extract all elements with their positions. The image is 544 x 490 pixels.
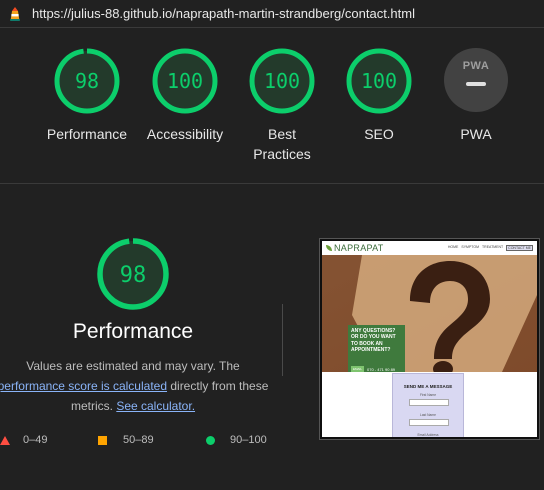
gauge-score: 100 (264, 69, 300, 93)
gauge-score: 100 (167, 69, 203, 93)
gauge-label-accessibility: Accessibility (146, 126, 224, 142)
desc-line: Values are estimated and may vary. The (26, 359, 240, 373)
pwa-badge: PWA (462, 60, 490, 72)
form-title: SEND ME A MESSAGE (403, 384, 453, 389)
cta-text: ANY QUESTIONS? OR DO YOU WANT TO BOOK AN… (351, 328, 396, 354)
legend-label: 0–49 (23, 434, 48, 446)
see-calculator-link[interactable]: See calculator. (116, 399, 195, 413)
gauge-best-practices[interactable]: 100 (248, 47, 316, 115)
gauge-ring: 100 (249, 48, 315, 114)
section-divider (0, 183, 544, 184)
legend-label: 90–100 (230, 434, 267, 446)
score-calculated-link[interactable]: performance score is calculated (0, 379, 167, 393)
form-label: First Name (419, 393, 437, 397)
gauge-score: 100 (361, 69, 397, 93)
vertical-divider (282, 304, 283, 376)
logo-text: NAPRAPAT (334, 243, 384, 253)
performance-description: Values are estimated and may vary. The p… (0, 356, 274, 416)
cta-phone: 070 - 471 90 89 (367, 367, 396, 372)
form-label: Last Name (420, 413, 436, 417)
gauge-label-performance: Performance (46, 126, 128, 142)
gauge-accessibility[interactable]: 100 (151, 47, 219, 115)
final-screenshot[interactable]: NAPRAPAT HOME SYMPTOM TREATMENT CONTACT … (319, 238, 540, 440)
site-nav-items: HOME SYMPTOM TREATMENT CONTACT ME (448, 245, 533, 251)
gauge-label-seo: SEO (364, 126, 394, 142)
hero-image: ANY QUESTIONS? OR DO YOU WANT TO BOOK AN… (322, 255, 537, 372)
desc-text: directly from these (167, 379, 269, 393)
gauge-seo[interactable]: 100 (345, 47, 413, 115)
gauge-score: 98 (75, 69, 99, 93)
desc-line: performance score is calculated directly… (0, 376, 274, 396)
gauge-label-line: Practices (253, 146, 311, 162)
gauge-label-best-practices: Best Practices (232, 124, 332, 164)
nav-item: TREATMENT (482, 245, 504, 249)
square-icon (98, 435, 107, 445)
nav-item: HOME (447, 245, 459, 249)
gauge-ring: 98 (97, 238, 169, 310)
legend-fail: 0–49 (0, 434, 47, 446)
gauge-ring: 100 (346, 48, 412, 114)
gauge-ring: 98 (54, 48, 120, 114)
desc-text: metrics. (70, 399, 117, 413)
gauge-pwa[interactable]: PWA (444, 48, 508, 112)
nav-item: CONTACT ME (506, 245, 533, 251)
gauge-ring: 100 (152, 48, 218, 114)
dash-icon (466, 82, 486, 86)
site-navbar: NAPRAPAT HOME SYMPTOM TREATMENT CONTACT … (322, 241, 537, 255)
gauge-performance[interactable]: 98 (53, 47, 121, 115)
legend-average: 50–89 (98, 434, 154, 446)
form-input (409, 419, 449, 426)
leaf-icon (326, 245, 332, 251)
report-url-bar: https://julius-88.github.io/naprapath-ma… (0, 0, 544, 28)
desc-line: metrics. See calculator. (0, 396, 274, 416)
gauge-label-pwa: PWA (460, 126, 492, 142)
contact-form: SEND ME A MESSAGE First Name Last Name E… (392, 373, 464, 437)
gauge-label-line: Best (267, 126, 296, 142)
legend-pass: 90–100 (206, 434, 267, 446)
lighthouse-icon (7, 6, 23, 22)
gauge-score: 98 (120, 263, 147, 288)
cta-email-button: EMAIL (351, 366, 364, 372)
form-input (409, 399, 449, 406)
circle-icon (206, 435, 215, 445)
performance-title: Performance (72, 320, 194, 343)
nav-item: SYMPTOM (461, 245, 480, 249)
performance-big-gauge: 98 (95, 236, 171, 312)
triangle-icon (0, 435, 10, 445)
form-label: Email Address (417, 433, 439, 437)
legend-label: 50–89 (123, 434, 154, 446)
cta-box: ANY QUESTIONS? OR DO YOU WANT TO BOOK AN… (348, 325, 405, 372)
report-url-link[interactable]: https://julius-88.github.io/naprapath-ma… (32, 6, 415, 21)
site-logo: NAPRAPAT (326, 243, 384, 253)
